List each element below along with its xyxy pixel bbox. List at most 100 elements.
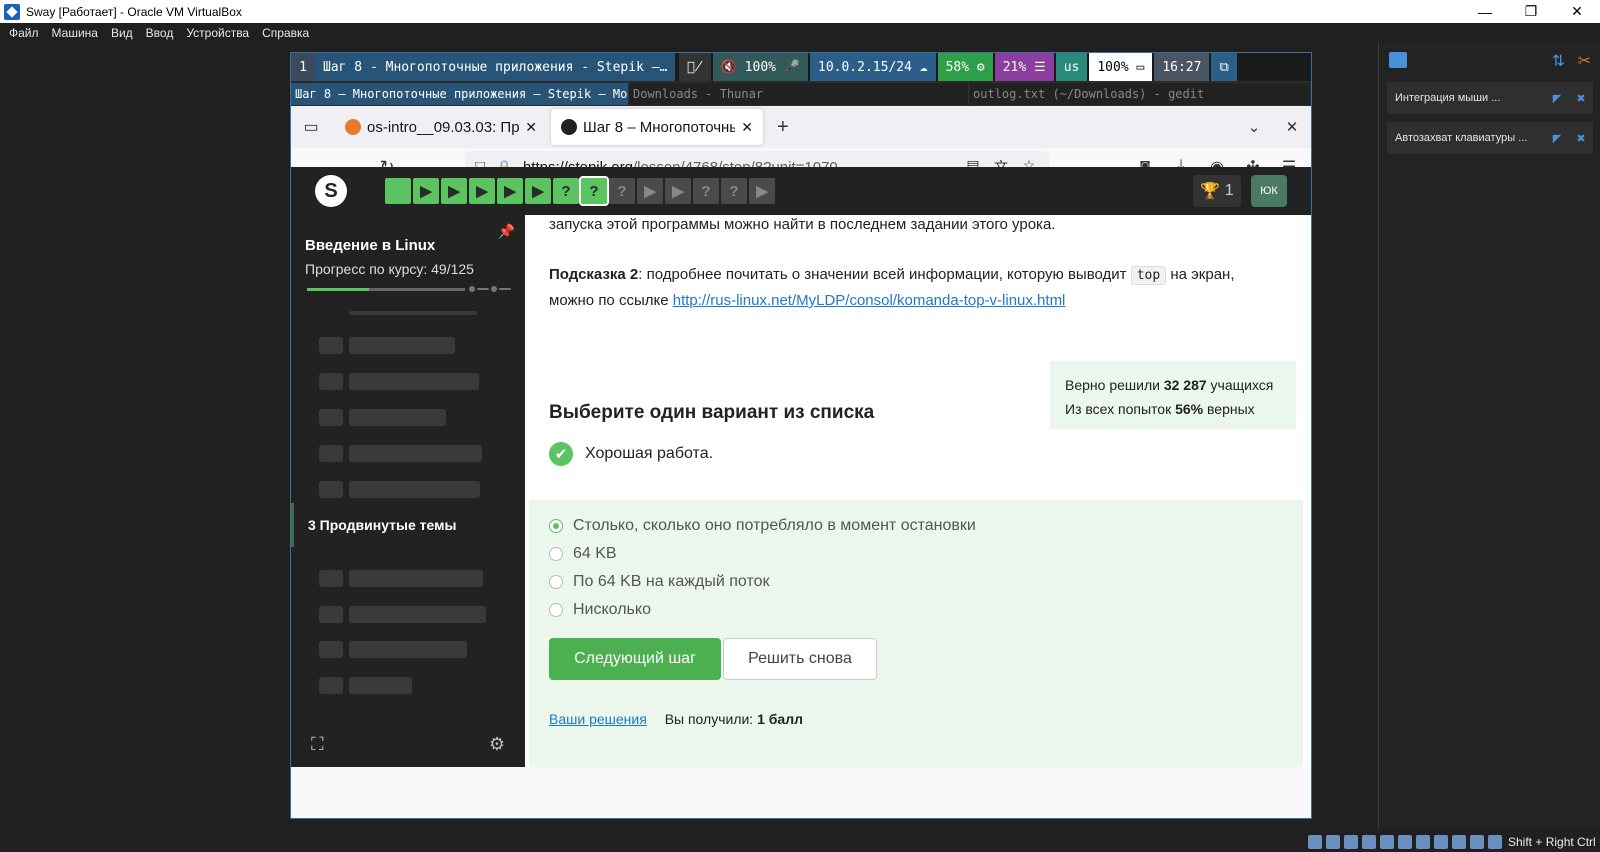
answer-option[interactable]: 64 KB (549, 545, 617, 563)
answer-option[interactable]: Столько, сколько оно потребляло в момент… (549, 517, 976, 535)
close-button[interactable]: ✕ (1554, 0, 1600, 23)
step-button[interactable]: ? (553, 178, 579, 204)
step-button[interactable]: ? (579, 176, 609, 206)
optical-drive-icon[interactable] (1326, 834, 1340, 849)
stepik-logo-icon[interactable]: S (315, 175, 347, 207)
pin-icon[interactable]: 📌 (498, 223, 515, 240)
course-title[interactable]: Введение в Linux (305, 237, 435, 254)
step-button[interactable]: ? (693, 178, 719, 204)
next-step-button[interactable]: Следующий шаг (549, 638, 721, 680)
status-block[interactable]: 21% ☰ (994, 53, 1054, 81)
window-tab-thunar[interactable]: Downloads - Thunar (629, 83, 969, 105)
trophy-icon: 🏆 (1200, 183, 1221, 200)
browser-tab-stepik[interactable]: Шаг 8 – Многопоточные ✕ (551, 109, 763, 145)
notification-toggle-icon[interactable]: ◤ (1545, 132, 1569, 145)
status-block[interactable]: 10.0.2.15/24 ☁ (810, 53, 936, 81)
messages-icon[interactable] (1389, 52, 1407, 68)
tab-title: Шаг 8 – Многопоточные (583, 118, 736, 136)
skeleton-icon (319, 641, 343, 658)
mute-icon[interactable]: ✂ (1578, 51, 1591, 71)
step-button[interactable]: ? (721, 178, 747, 204)
step-button[interactable]: ▶ (413, 178, 439, 204)
avatar[interactable]: ЮК (1251, 175, 1287, 207)
option-label: 64 KB (573, 545, 617, 562)
notification-keyboard-capture[interactable]: Автозахват клавиатуры ... ◤ ✖ (1387, 122, 1593, 154)
menu-view[interactable]: Вид (111, 26, 133, 40)
hdd-icon[interactable] (1308, 834, 1322, 849)
your-solutions-link[interactable]: Ваши решения (549, 711, 647, 727)
status-block[interactable]: 👁̸ (679, 53, 711, 81)
menu-input[interactable]: Ввод (146, 26, 174, 40)
browser-tab-os-intro[interactable]: os-intro__09.03.03: Прое ✕ (335, 109, 547, 145)
close-tab-icon[interactable]: ✕ (525, 119, 537, 136)
skeleton-icon (319, 337, 343, 354)
status-block[interactable]: ⧉ (1211, 53, 1237, 81)
notification-mouse-integration[interactable]: Интеграция мыши ... ◤ ✖ (1387, 82, 1593, 114)
restore-button[interactable]: ❐ (1508, 0, 1554, 23)
usb-icon[interactable] (1380, 834, 1394, 849)
tab-list-chevron-icon[interactable]: ⌄ (1235, 118, 1273, 136)
status-blocks: 👁̸ 🔇 100% 🎤 10.0.2.15/24 ☁ 58% ⚙ 21% ☰ us 100%… (677, 53, 1237, 81)
success-rate: Из всех попыток 56% верных (1065, 401, 1255, 417)
step-button[interactable]: ? (609, 178, 635, 204)
step-button[interactable] (385, 178, 411, 204)
radio-selected[interactable] (549, 519, 563, 533)
status-block[interactable]: 58% ⚙ (937, 53, 993, 81)
radio[interactable] (549, 603, 563, 617)
step-button[interactable]: ▶ (525, 178, 551, 204)
answer-option[interactable]: По 64 KB на каждый поток (549, 573, 769, 591)
status-block[interactable]: 16:27 (1154, 53, 1210, 81)
status-block[interactable]: 🔇 100% 🎤 (712, 53, 808, 81)
workspace-indicator[interactable]: 1 (291, 53, 315, 81)
gear-icon[interactable]: ⚙ (489, 734, 505, 755)
submission-footer: Ваши решения Вы получили: 1 балл (549, 711, 803, 727)
fullscreen-icon[interactable]: ⛶ (311, 734, 324, 755)
hint-label: Подсказка 2 (549, 266, 639, 283)
radio[interactable] (549, 547, 563, 561)
new-tab-icon[interactable]: + (777, 116, 789, 139)
notification-close-icon[interactable]: ✖ (1569, 92, 1593, 105)
score-value: 1 балл (757, 711, 803, 727)
network-icon[interactable] (1362, 834, 1376, 849)
sidebar-section-advanced[interactable]: 3 Продвинутые темы (291, 503, 525, 547)
close-tab-icon[interactable]: ✕ (741, 119, 753, 136)
retry-button[interactable]: Решить снова (723, 638, 877, 680)
window-tab-gedit[interactable]: outlog.txt (~/Downloads) - gedit (969, 83, 1311, 105)
answer-option[interactable]: Нисколько (549, 601, 651, 619)
skeleton-icon (319, 570, 343, 587)
skeleton-icon (319, 445, 343, 462)
step-button[interactable]: ▶ (441, 178, 467, 204)
display-icon[interactable] (1416, 834, 1430, 849)
status-block[interactable]: us (1055, 53, 1088, 81)
hint-link[interactable]: http://rus-linux.net/MyLDP/consol/komand… (673, 292, 1066, 309)
recording-icon[interactable] (1434, 834, 1448, 849)
sort-icon[interactable]: ⇅ (1552, 51, 1565, 71)
shared-folders-icon[interactable] (1398, 834, 1412, 849)
vm-display[interactable]: 1 Шаг 8 - Многопоточные приложения - Ste… (290, 52, 1312, 819)
cpu-icon[interactable] (1452, 834, 1466, 849)
notification-toggle-icon[interactable]: ◤ (1545, 92, 1569, 105)
menu-machine[interactable]: Машина (52, 26, 98, 40)
step-button[interactable]: ▶ (469, 178, 495, 204)
result-message: ✔ Хорошая работа. (549, 442, 713, 466)
audio-icon[interactable] (1344, 834, 1358, 849)
score-label: Вы получили: (664, 711, 758, 727)
step-button[interactable]: ▶ (497, 178, 523, 204)
menu-file[interactable]: Файл (9, 26, 39, 40)
keyboard-icon[interactable] (1488, 834, 1502, 849)
minimize-button[interactable]: — (1462, 0, 1508, 23)
step-button[interactable]: ▶ (637, 178, 663, 204)
close-window-icon[interactable]: ✕ (1273, 118, 1311, 136)
trophy-button[interactable]: 🏆 1 (1193, 175, 1241, 207)
step-button[interactable]: ▶ (665, 178, 691, 204)
menu-devices[interactable]: Устройства (186, 26, 249, 40)
menu-help[interactable]: Справка (262, 26, 309, 40)
status-block[interactable]: 100% ▭ (1089, 53, 1153, 81)
radio[interactable] (549, 575, 563, 589)
window-tab-firefox[interactable]: Шаг 8 – Многопоточные приложения – Stepi… (291, 83, 629, 105)
notification-close-icon[interactable]: ✖ (1569, 132, 1593, 145)
mouse-integration-icon[interactable] (1470, 834, 1484, 849)
step-button[interactable]: ▶ (749, 178, 775, 204)
skeleton-icon (319, 481, 343, 498)
firefox-view-icon[interactable]: ▭ (291, 117, 331, 137)
